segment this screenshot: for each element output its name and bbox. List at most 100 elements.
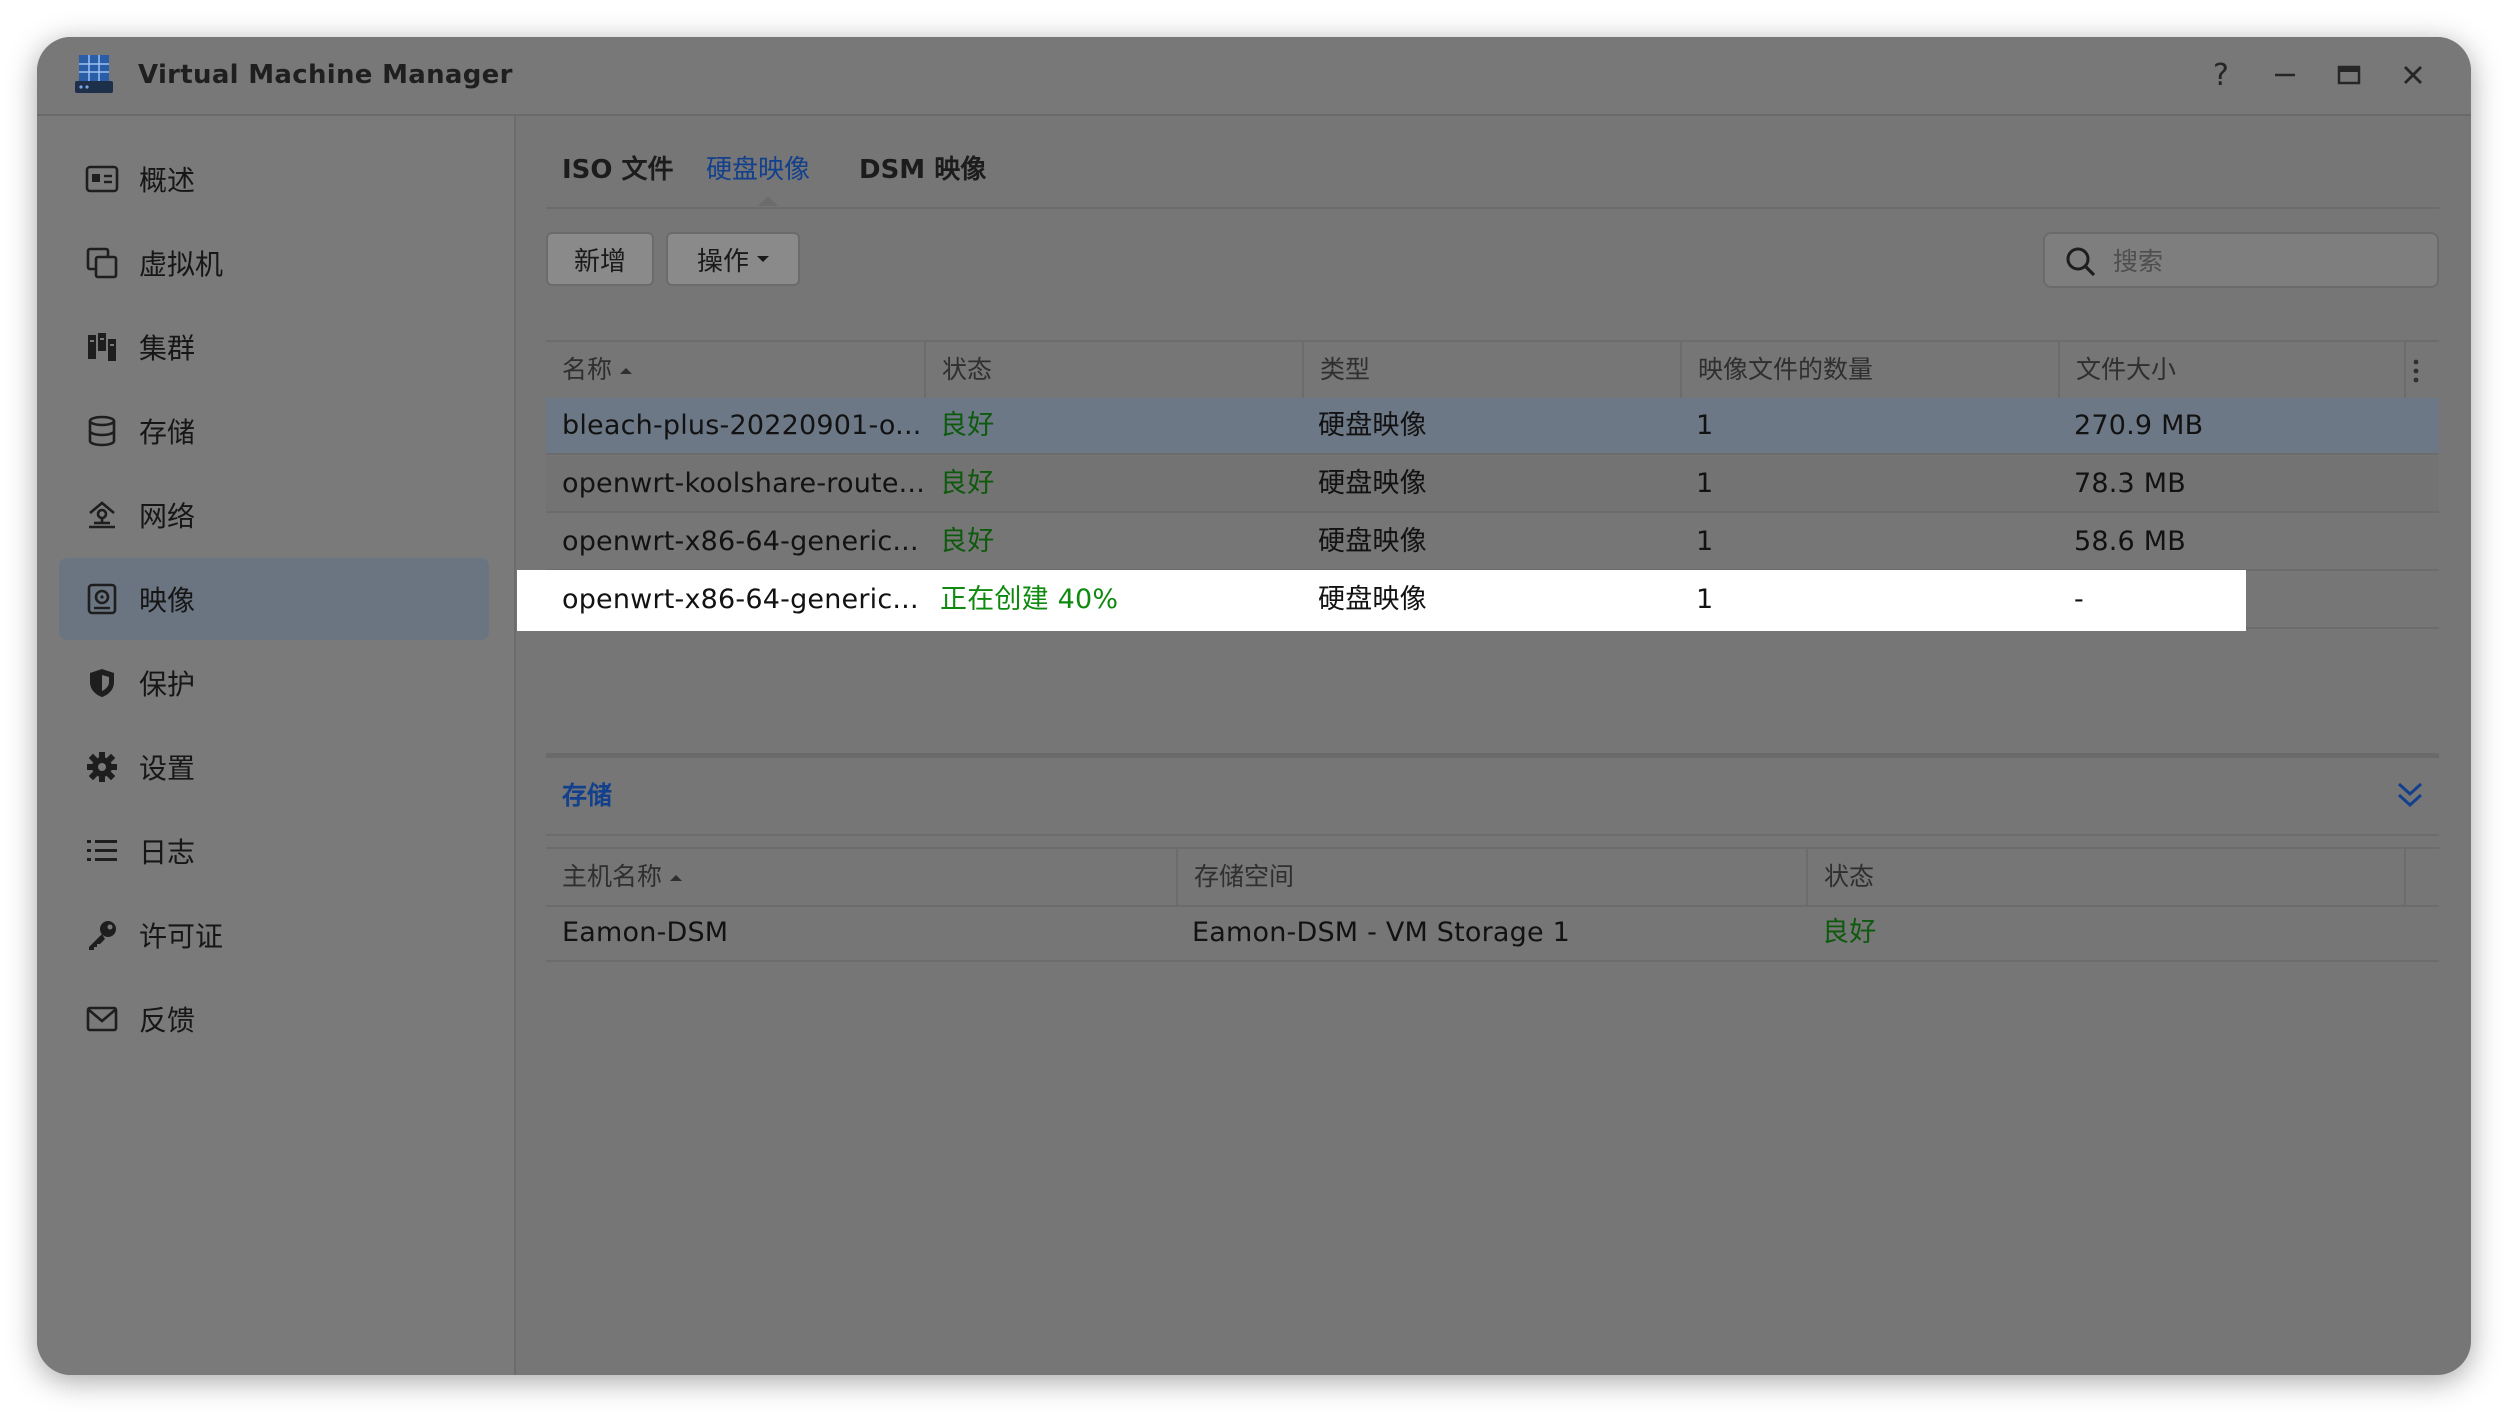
- column-header-status[interactable]: 状态: [1806, 849, 2404, 905]
- vm-copy-icon: [85, 246, 119, 280]
- table-row[interactable]: Eamon-DSM Eamon-DSM - VM Storage 1 良好: [546, 905, 2439, 962]
- table-row[interactable]: bleach-plus-20220901-o... 良好 硬盘映像 1 270.…: [546, 398, 2439, 455]
- sidebar-item-label: 网络: [139, 500, 196, 533]
- images-table: 名称 状态 类型 映像文件的数量 文件大小 bleach-plus-202209…: [517, 340, 2439, 640]
- help-icon[interactable]: ?: [2201, 55, 2241, 95]
- sort-asc-icon: [620, 368, 633, 374]
- column-header-status[interactable]: 状态: [924, 342, 1302, 398]
- sidebar-item-label: 存储: [139, 416, 196, 449]
- column-spacer: [2404, 849, 2436, 905]
- active-tab-indicator: [758, 196, 778, 206]
- mail-icon: [85, 1002, 119, 1036]
- cell-host: Eamon-DSM: [562, 917, 729, 948]
- cell-status: 良好: [940, 468, 995, 499]
- key-icon: [85, 918, 119, 952]
- cell-size: -: [2074, 584, 2084, 615]
- sort-asc-icon: [670, 875, 683, 881]
- cell-type: 硬盘映像: [1318, 410, 1427, 441]
- tab-dsm-images[interactable]: DSM 映像: [859, 149, 986, 186]
- cell-status: 良好: [940, 410, 995, 441]
- cell-name: bleach-plus-20220901-o...: [562, 410, 922, 441]
- search-box[interactable]: [2043, 232, 2439, 288]
- cell-status: 良好: [940, 526, 995, 557]
- cell-count: 1: [1696, 410, 1714, 441]
- app-title: Virtual Machine Manager: [138, 60, 513, 90]
- collapse-chevron-icon[interactable]: [2393, 778, 2427, 812]
- cell-count: 1: [1696, 468, 1714, 499]
- sidebar-item-label: 日志: [139, 836, 196, 869]
- cell-type: 硬盘映像: [1318, 584, 1427, 615]
- sidebar-item-cluster[interactable]: 集群: [59, 306, 489, 388]
- action-label: 操作: [696, 246, 749, 277]
- caret-down-icon: [757, 256, 769, 262]
- sidebar-item-label: 许可证: [139, 920, 224, 953]
- tab-bar: ISO 文件 硬盘映像 DSM 映像: [546, 116, 2439, 209]
- database-icon: [85, 414, 119, 448]
- disk-image-icon: [85, 582, 119, 616]
- app-window: Virtual Machine Manager ? 概述 虚拟机 集群 存储 网…: [37, 37, 2471, 1375]
- action-dropdown-button[interactable]: 操作: [666, 232, 800, 286]
- sidebar-item-license[interactable]: 许可证: [59, 894, 489, 976]
- sidebar-item-label: 映像: [139, 584, 196, 617]
- column-header-count[interactable]: 映像文件的数量: [1680, 342, 2058, 398]
- sidebar-item-protection[interactable]: 保护: [59, 642, 489, 724]
- column-options-icon[interactable]: [2404, 342, 2436, 398]
- sidebar: 概述 虚拟机 集群 存储 网络 映像 保护 设置 日志 许可证 反馈: [37, 116, 516, 1375]
- cell-count: 1: [1696, 584, 1714, 615]
- column-header-type[interactable]: 类型: [1302, 342, 1680, 398]
- column-header-host[interactable]: 主机名称: [546, 849, 1176, 905]
- cell-volume: Eamon-DSM - VM Storage 1: [1192, 917, 1570, 948]
- list-icon: [85, 834, 119, 868]
- column-header-size[interactable]: 文件大小: [2058, 342, 2404, 398]
- search-input[interactable]: [2111, 244, 2415, 278]
- gear-icon: [85, 750, 119, 784]
- sidebar-item-network[interactable]: 网络: [59, 474, 489, 556]
- sidebar-item-label: 保护: [139, 668, 196, 701]
- cell-status: 良好: [1822, 917, 1877, 948]
- table-row[interactable]: openwrt-koolshare-route... 良好 硬盘映像 1 78.…: [546, 456, 2439, 513]
- cell-size: 58.6 MB: [2074, 526, 2186, 557]
- storage-table: 主机名称 存储空间 状态 Eamon-DSM Eamon-DSM - VM St…: [546, 847, 2439, 977]
- table-row-creating[interactable]: openwrt-x86-64-generic... 正在创建 40% 硬盘映像 …: [517, 570, 2439, 631]
- tab-disk-images[interactable]: 硬盘映像: [706, 149, 810, 186]
- sidebar-item-image[interactable]: 映像: [59, 558, 489, 640]
- main-content: ISO 文件 硬盘映像 DSM 映像 新增 操作 名称 状态 类型 映像文件的数…: [516, 116, 2471, 1375]
- cell-count: 1: [1696, 526, 1714, 557]
- column-header-name[interactable]: 名称: [546, 342, 924, 398]
- table-header: 名称 状态 类型 映像文件的数量 文件大小: [546, 340, 2439, 400]
- sidebar-item-label: 集群: [139, 332, 196, 365]
- close-icon[interactable]: [2393, 55, 2433, 95]
- storage-panel-header: 存储: [546, 753, 2439, 836]
- sidebar-item-label: 反馈: [139, 1004, 196, 1037]
- minimize-icon[interactable]: [2265, 55, 2305, 95]
- storage-panel-tab[interactable]: 存储: [562, 776, 612, 812]
- storage-table-header: 主机名称 存储空间 状态: [546, 847, 2439, 907]
- title-bar: Virtual Machine Manager ?: [37, 37, 2471, 116]
- maximize-icon[interactable]: [2329, 55, 2369, 95]
- cell-name: openwrt-x86-64-generic...: [562, 526, 919, 557]
- network-icon: [85, 498, 119, 532]
- table-row[interactable]: openwrt-x86-64-generic... 良好 硬盘映像 1 58.6…: [546, 514, 2439, 571]
- sidebar-item-label: 设置: [139, 752, 196, 785]
- cluster-icon: [85, 330, 119, 364]
- sidebar-item-storage[interactable]: 存储: [59, 390, 489, 472]
- cell-name: openwrt-koolshare-route...: [562, 468, 924, 499]
- cell-type: 硬盘映像: [1318, 526, 1427, 557]
- sidebar-item-log[interactable]: 日志: [59, 810, 489, 892]
- cell-name: openwrt-x86-64-generic...: [562, 584, 919, 615]
- cell-status-progress: 正在创建 40%: [940, 584, 1119, 615]
- overview-card-icon: [85, 162, 119, 196]
- search-icon: [2066, 247, 2096, 277]
- column-header-volume[interactable]: 存储空间: [1176, 849, 1806, 905]
- sidebar-item-vm[interactable]: 虚拟机: [59, 222, 489, 304]
- sidebar-item-feedback[interactable]: 反馈: [59, 978, 489, 1060]
- shield-icon: [85, 666, 119, 700]
- cell-type: 硬盘映像: [1318, 468, 1427, 499]
- vmm-app-icon: [75, 55, 113, 93]
- add-button[interactable]: 新增: [546, 232, 654, 286]
- sidebar-item-settings[interactable]: 设置: [59, 726, 489, 808]
- tab-iso-files[interactable]: ISO 文件: [562, 149, 674, 186]
- sidebar-item-overview[interactable]: 概述: [59, 138, 489, 220]
- cell-size: 270.9 MB: [2074, 410, 2204, 441]
- sidebar-item-label: 虚拟机: [139, 248, 224, 281]
